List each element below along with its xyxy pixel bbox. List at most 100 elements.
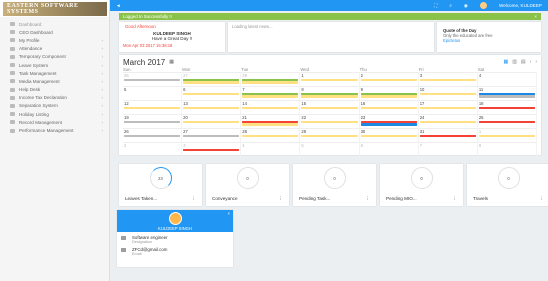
sidebar-item-income-tax-declaration[interactable]: Income Tax Declaration › <box>0 94 109 102</box>
calendar-event[interactable] <box>478 95 535 98</box>
calendar-event[interactable] <box>419 92 476 95</box>
calendar-event[interactable] <box>124 78 181 81</box>
calendar-day[interactable]: 3 <box>418 72 478 86</box>
calendar-event[interactable] <box>301 120 358 123</box>
back-arrow-icon[interactable]: ◄ <box>116 3 121 8</box>
calendar-day[interactable]: 9 <box>359 86 419 100</box>
calendar-event[interactable] <box>360 95 417 98</box>
quote-author[interactable]: Epictetus <box>443 38 535 43</box>
calendar-day[interactable]: 27 <box>182 128 242 142</box>
calendar-event[interactable] <box>301 106 358 109</box>
calendar-day[interactable]: 4 <box>477 72 537 86</box>
calendar-day[interactable]: 25 <box>477 114 537 128</box>
sidebar-item-help-desk[interactable]: Help Desk › <box>0 86 109 94</box>
sidebar-item-record-management[interactable]: Record Management › <box>0 118 109 126</box>
sidebar-item-leave-system[interactable]: Leave System › <box>0 61 109 69</box>
calendar-day[interactable]: 27 <box>182 72 242 86</box>
calendar-day[interactable]: 26 <box>123 72 183 86</box>
calendar-day[interactable]: 8 <box>300 86 360 100</box>
calendar-event[interactable] <box>419 78 476 81</box>
welcome-user[interactable]: Welcome, KULDEEP <box>499 3 542 8</box>
sidebar-item-my-profile[interactable]: My Profile › <box>0 36 109 44</box>
sidebar-item-task-management[interactable]: Task Management › <box>0 69 109 77</box>
calendar-event[interactable] <box>360 134 417 137</box>
calendar-day[interactable]: 1 <box>477 128 537 142</box>
calendar-event[interactable] <box>301 134 358 137</box>
calendar-event[interactable] <box>183 134 240 137</box>
expand-icon[interactable]: ⛶ <box>434 3 437 8</box>
more-icon[interactable]: ⋮ <box>539 196 544 202</box>
sidebar-item-performance-management[interactable]: Performance Management › <box>0 126 109 134</box>
calendar-day[interactable]: 20 <box>182 114 242 128</box>
calendar-day[interactable]: 13 <box>182 100 242 114</box>
avatar[interactable] <box>479 2 487 9</box>
calendar-event[interactable] <box>360 78 417 81</box>
calendar-day[interactable]: 6 <box>359 142 419 156</box>
calendar-day[interactable]: 10 <box>418 86 478 100</box>
calendar-event[interactable] <box>183 148 240 151</box>
calendar-day[interactable]: 3 <box>182 142 242 156</box>
calendar-day[interactable]: 7 <box>241 86 301 100</box>
calendar-event[interactable] <box>183 81 240 84</box>
calendar-day[interactable]: 26 <box>123 128 183 142</box>
calendar-day[interactable]: 22 <box>300 114 360 128</box>
calendar-day[interactable]: 14 <box>241 100 301 114</box>
calendar-day[interactable]: 23 <box>359 114 419 128</box>
calendar-day[interactable]: 28 <box>241 72 301 86</box>
calendar-event[interactable] <box>478 106 535 109</box>
calendar-day[interactable]: 4 <box>241 142 301 156</box>
calendar-event[interactable] <box>242 106 299 109</box>
month-view-icon[interactable]: ▦ <box>503 59 508 65</box>
calendar-day[interactable]: 18 <box>477 100 537 114</box>
calendar-event[interactable] <box>124 134 181 137</box>
calendar-event[interactable] <box>183 92 240 95</box>
sidebar-item-attendance[interactable]: Attendance › <box>0 45 109 53</box>
calendar-event[interactable] <box>242 81 299 84</box>
calendar-day[interactable]: 31 <box>418 128 478 142</box>
calendar-day[interactable]: 12 <box>123 100 183 114</box>
week-view-icon[interactable]: ▥ <box>512 59 517 65</box>
calendar-icon[interactable]: ▦ <box>169 59 174 65</box>
calendar-event[interactable] <box>478 134 535 137</box>
calendar-event[interactable] <box>242 134 299 137</box>
calendar-event[interactable] <box>360 106 417 109</box>
calendar-event[interactable] <box>124 120 181 123</box>
sidebar-item-holiday-listing[interactable]: Holiday Listing › <box>0 110 109 118</box>
prev-month-icon[interactable]: ‹ <box>530 59 532 65</box>
calendar-event[interactable] <box>183 120 240 123</box>
calendar-day[interactable]: 1 <box>300 72 360 86</box>
more-icon[interactable]: ⋮ <box>278 196 283 202</box>
search-icon[interactable]: ⌕ <box>449 3 452 8</box>
calendar-day[interactable]: 29 <box>300 128 360 142</box>
more-icon[interactable]: ⋮ <box>365 196 370 202</box>
notification-icon[interactable]: ◉ <box>464 3 468 9</box>
calendar-event[interactable] <box>360 123 417 126</box>
calendar-event[interactable] <box>301 78 358 81</box>
close-icon[interactable]: × <box>534 14 537 19</box>
sidebar-item-temporary-component[interactable]: Temporary Component › <box>0 53 109 61</box>
calendar-day[interactable]: 5 <box>123 86 183 100</box>
sidebar-item-ceo-dashboard[interactable]: CEO Dashboard <box>0 28 109 36</box>
calendar-event[interactable] <box>419 120 476 123</box>
sidebar-item-media-management[interactable]: Media Management › <box>0 77 109 85</box>
calendar-day[interactable]: 15 <box>300 100 360 114</box>
close-icon[interactable]: × <box>228 211 230 216</box>
more-icon[interactable]: ⋮ <box>452 196 457 202</box>
calendar-day[interactable]: 21 <box>241 114 301 128</box>
calendar-day[interactable]: 28 <box>241 128 301 142</box>
calendar-day[interactable]: 19 <box>123 114 183 128</box>
calendar-event[interactable] <box>242 95 299 98</box>
more-icon[interactable]: ⋮ <box>191 196 196 202</box>
calendar-day[interactable]: 7 <box>418 142 478 156</box>
next-month-icon[interactable]: › <box>535 59 537 65</box>
calendar-event[interactable] <box>419 134 476 137</box>
calendar-day[interactable]: 16 <box>359 100 419 114</box>
calendar-day[interactable]: 11 <box>477 86 537 100</box>
calendar-event[interactable] <box>478 120 535 123</box>
calendar-event[interactable] <box>124 106 181 109</box>
calendar-day[interactable]: 24 <box>418 114 478 128</box>
calendar-event[interactable] <box>242 123 299 126</box>
calendar-day[interactable]: 8 <box>477 142 537 156</box>
calendar-day[interactable]: 5 <box>300 142 360 156</box>
sidebar-item-separation-system[interactable]: Separation System › <box>0 102 109 110</box>
